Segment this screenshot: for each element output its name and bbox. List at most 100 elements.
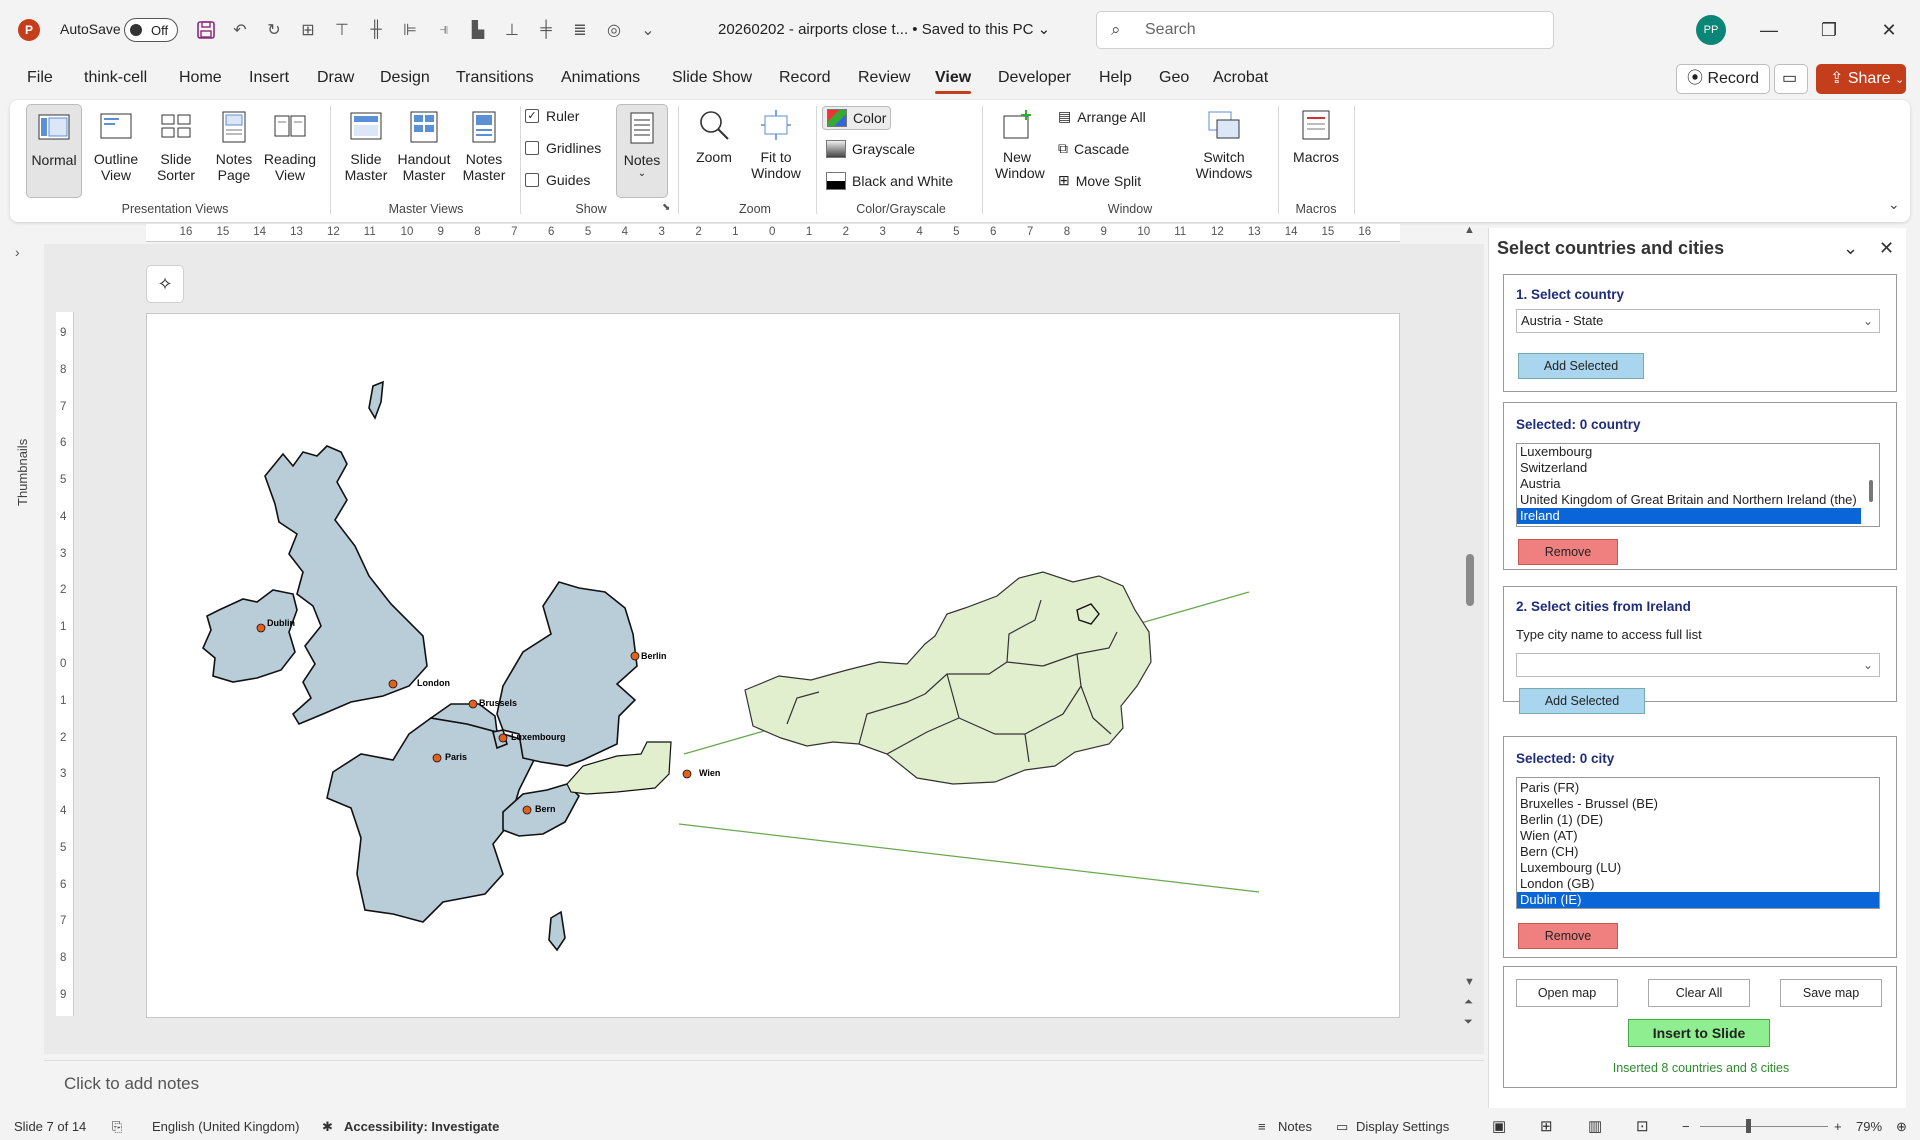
list-item[interactable]: Berlin (1) (DE) <box>1517 812 1879 828</box>
cascade-button[interactable]: ⧉ Cascade <box>1058 140 1129 157</box>
reading-view-status-icon[interactable]: ▥ <box>1588 1117 1602 1135</box>
reading-view-button[interactable]: Reading View <box>258 110 322 183</box>
zoom-level[interactable]: 79% <box>1856 1119 1882 1134</box>
tab-record[interactable]: Record <box>779 69 831 87</box>
save-map-button[interactable]: Save map <box>1780 979 1882 1007</box>
comments-button[interactable]: ▭ <box>1774 64 1808 94</box>
list-item[interactable]: Switzerland <box>1517 460 1879 476</box>
collapse-ribbon-icon[interactable]: ⌄ <box>1888 196 1900 213</box>
chart-icon[interactable]: ▙ <box>464 16 492 44</box>
clear-all-button[interactable]: Clear All <box>1648 979 1750 1007</box>
tab-transitions[interactable]: Transitions <box>456 69 534 87</box>
black-and-white-button[interactable]: Black and White <box>826 172 953 190</box>
minimize-icon[interactable]: — <box>1754 16 1784 44</box>
search-box[interactable]: ⌕ Search <box>1096 11 1554 49</box>
scroll-up-icon[interactable]: ▲ <box>1464 224 1475 236</box>
pane-options-chevron-icon[interactable]: ⌄ <box>1843 238 1858 259</box>
record-button[interactable]: ⦿ Record <box>1676 64 1771 94</box>
thumbnails-pane-collapsed[interactable]: › Thumbnails <box>0 230 44 1110</box>
display-settings-label[interactable]: Display Settings <box>1356 1119 1449 1134</box>
ruler-checkbox[interactable]: ✓ Ruler <box>525 108 579 124</box>
vertical-ruler[interactable]: 9 8 7 6 5 4 3 2 1 0 1 2 3 4 5 6 7 8 9 <box>56 312 74 1016</box>
normal-view-status-icon[interactable]: ▣ <box>1492 1117 1506 1135</box>
zoom-in-icon[interactable]: + <box>1834 1119 1842 1134</box>
grayscale-button[interactable]: Grayscale <box>826 140 915 158</box>
selected-cities-list[interactable]: Paris (FR) Bruxelles - Brussel (BE) Berl… <box>1516 777 1880 909</box>
notes-page-button[interactable]: Notes Page <box>206 110 262 183</box>
zoom-out-icon[interactable]: − <box>1682 1119 1690 1134</box>
fit-to-window-button[interactable]: Fit to Window <box>744 108 808 181</box>
align-top-icon[interactable]: ⊤ <box>328 16 356 44</box>
add-selected-city-button[interactable]: Add Selected <box>1519 688 1645 714</box>
slide-sorter-button[interactable]: Slide Sorter <box>148 110 204 183</box>
list-item[interactable]: Luxembourg <box>1517 444 1879 460</box>
slideshow-status-icon[interactable]: ⊡ <box>1636 1117 1649 1135</box>
new-window-button[interactable]: New Window <box>990 108 1045 181</box>
tab-view[interactable]: View <box>935 69 972 94</box>
map-graphic[interactable]: Dublin London Brussels Luxembourg Paris … <box>147 314 1401 1019</box>
selected-countries-list[interactable]: Luxembourg Switzerland Austria United Ki… <box>1516 443 1880 527</box>
align-left-icon[interactable]: ⊫ <box>396 16 424 44</box>
distribute-h-icon[interactable]: ╪ <box>532 16 560 44</box>
zoom-slider-thumb[interactable] <box>1746 1119 1751 1133</box>
list-item[interactable]: London (GB) <box>1517 876 1879 892</box>
scrollbar-thumb[interactable] <box>1466 554 1474 606</box>
tab-home[interactable]: Home <box>179 69 222 87</box>
tab-acrobat[interactable]: Acrobat <box>1213 69 1268 87</box>
list-scrollbar-thumb[interactable] <box>1869 480 1873 502</box>
tab-help[interactable]: Help <box>1099 69 1132 87</box>
gridlines-checkbox[interactable]: Gridlines <box>525 140 601 156</box>
autosave-toggle[interactable]: Off <box>124 18 178 42</box>
normal-view-button[interactable]: Normal <box>26 104 82 198</box>
list-item[interactable]: Bruxelles - Brussel (BE) <box>1517 796 1879 812</box>
next-slide-icon[interactable]: ⏷ <box>1464 1016 1473 1029</box>
list-item[interactable]: United Kingdom of Great Britain and Nort… <box>1517 492 1879 508</box>
macros-button[interactable]: Macros <box>1286 108 1346 165</box>
zoom-slider-track[interactable] <box>1700 1126 1828 1127</box>
slide-master-button[interactable]: Slide Master <box>338 110 394 183</box>
handout-master-button[interactable]: Handout Master <box>394 110 454 183</box>
list-item-selected[interactable]: Dublin (IE) <box>1517 892 1879 908</box>
notes-master-button[interactable]: Notes Master <box>456 110 512 183</box>
scroll-down-icon[interactable]: ▼ <box>1464 976 1475 988</box>
fit-slide-icon[interactable]: ⊕ <box>1896 1119 1907 1135</box>
tab-think-cell[interactable]: think-cell <box>84 69 147 87</box>
notes-placeholder[interactable]: Click to add notes <box>64 1074 199 1094</box>
guides-checkbox[interactable]: Guides <box>525 172 590 188</box>
align-middle-icon[interactable]: ╫ <box>362 16 390 44</box>
tab-file[interactable]: File <box>27 69 53 87</box>
country-ireland[interactable] <box>202 589 298 683</box>
austria-zoomed-map[interactable] <box>744 571 1152 785</box>
undo-icon[interactable]: ↶ <box>226 16 254 44</box>
presenter-icon[interactable]: ⊞ <box>294 16 322 44</box>
tab-insert[interactable]: Insert <box>249 69 289 87</box>
designer-sparkle-icon[interactable]: ✧ <box>146 265 184 303</box>
spell-check-icon[interactable]: ⎘ <box>112 1119 122 1135</box>
open-map-button[interactable]: Open map <box>1516 979 1618 1007</box>
notes-status-icon[interactable]: ≡ <box>1258 1119 1266 1134</box>
remove-country-button[interactable]: Remove <box>1518 539 1618 565</box>
document-title[interactable]: 20260202 - airports close t... • Saved t… <box>718 20 1050 38</box>
country-united-kingdom[interactable] <box>264 445 428 726</box>
customize-toolbar-icon[interactable]: ⌄ <box>634 16 662 44</box>
switch-windows-button[interactable]: Switch Windows <box>1186 108 1262 181</box>
add-selected-country-button[interactable]: Add Selected <box>1518 353 1644 379</box>
tab-animations[interactable]: Animations <box>561 69 640 87</box>
list-item[interactable]: Bern (CH) <box>1517 844 1879 860</box>
tab-developer[interactable]: Developer <box>998 69 1071 87</box>
color-button[interactable]: Color <box>822 106 892 130</box>
list-item[interactable]: Paris (FR) <box>1517 780 1879 796</box>
move-split-button[interactable]: ⊞ Move Split <box>1058 172 1141 189</box>
tab-design[interactable]: Design <box>380 69 430 87</box>
city-wien[interactable]: Wien <box>682 768 720 779</box>
arrange-all-button[interactable]: ▤ Arrange All <box>1058 108 1146 125</box>
align-right-icon[interactable]: ⫣ <box>430 16 458 44</box>
insert-to-slide-button[interactable]: Insert to Slide <box>1628 1019 1770 1047</box>
list-item-selected[interactable]: Ireland <box>1517 508 1861 524</box>
slide-sorter-status-icon[interactable]: ⊞ <box>1540 1117 1553 1135</box>
notes-status-label[interactable]: Notes <box>1278 1119 1312 1134</box>
slide-canvas[interactable]: Dublin London Brussels Luxembourg Paris … <box>146 313 1400 1018</box>
shapes-icon[interactable]: ◎ <box>600 16 628 44</box>
accessibility-status[interactable]: Accessibility: Investigate <box>344 1119 499 1134</box>
zoom-button[interactable]: Zoom <box>686 108 742 165</box>
